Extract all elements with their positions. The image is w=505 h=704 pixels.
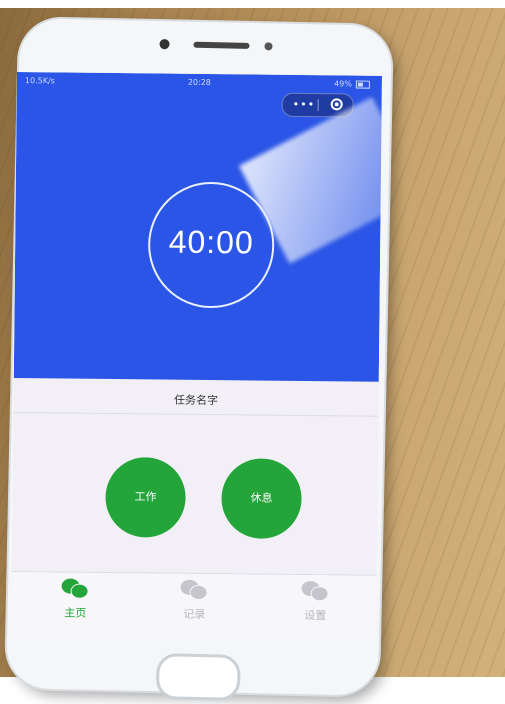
- timer-panel: 10.5K/s 20:28 49% ••• 40:00: [13, 72, 382, 382]
- tab-bar: 主页 记录 设置: [11, 571, 377, 638]
- chat-icon: [180, 578, 208, 602]
- tab-home[interactable]: 主页: [35, 576, 115, 621]
- timer-display: 40:00: [168, 223, 254, 261]
- proximity-sensor: [264, 42, 273, 51]
- front-camera: [159, 39, 170, 50]
- status-time: 20:28: [187, 77, 211, 88]
- chat-icon: [61, 576, 89, 600]
- tab-settings[interactable]: 设置: [275, 579, 355, 624]
- tab-label: 主页: [64, 606, 87, 620]
- battery-level: 49%: [334, 79, 352, 89]
- tab-record[interactable]: 记录: [154, 577, 234, 622]
- status-bar: 10.5K/s 20:28 49%: [17, 72, 382, 94]
- battery-icon: [355, 80, 370, 89]
- timer-circle: 40:00: [147, 181, 275, 309]
- phone-screen: 10.5K/s 20:28 49% ••• 40:00 任务名字 工作 休息 主…: [11, 72, 382, 638]
- earpiece: [193, 41, 250, 49]
- divider: [13, 411, 379, 417]
- work-button[interactable]: 工作: [105, 456, 186, 538]
- task-name: 任务名字: [174, 393, 219, 408]
- tab-label: 设置: [304, 609, 327, 623]
- capsule-divider: [317, 99, 319, 112]
- rest-button[interactable]: 休息: [221, 458, 302, 540]
- tab-label: 记录: [183, 607, 206, 622]
- more-icon[interactable]: •••: [293, 98, 316, 111]
- chat-icon: [301, 579, 329, 603]
- close-icon[interactable]: [330, 98, 343, 111]
